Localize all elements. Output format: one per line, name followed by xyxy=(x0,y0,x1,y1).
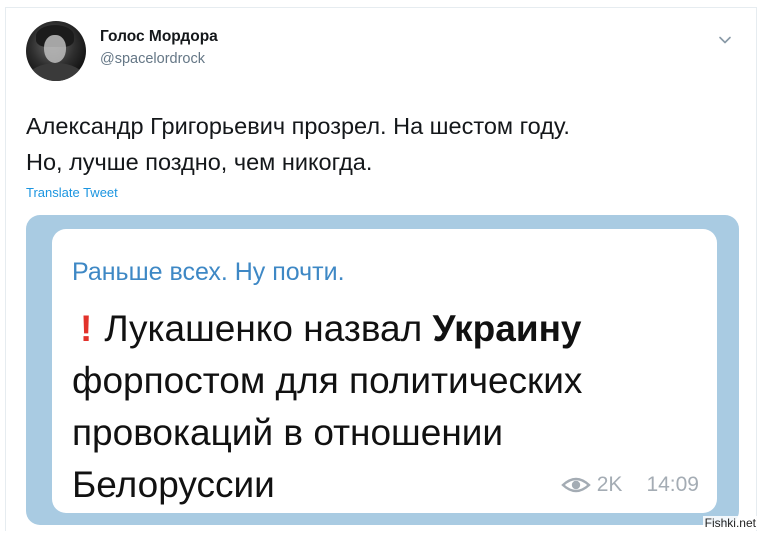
view-count: 2K xyxy=(596,473,623,496)
channel-name: Раньше всех. Ну почти. xyxy=(72,258,345,286)
message-line: форпостом для политических xyxy=(72,360,583,401)
exclamation-icon: ! xyxy=(80,308,93,349)
author-handle[interactable]: @spacelordrock xyxy=(100,51,205,67)
message-line1-prefix: Лукашенко назвал xyxy=(104,308,433,349)
avatar-face xyxy=(44,35,66,63)
tweet-text-line: Но, лучше поздно, чем никогда. xyxy=(26,149,373,175)
message-line: провокаций в отношении xyxy=(72,412,504,453)
author-avatar[interactable] xyxy=(26,21,86,81)
tweet-text-line: Александр Григорьевич прозрел. На шестом… xyxy=(26,113,570,139)
message-time: 14:09 xyxy=(646,473,699,496)
eye-icon xyxy=(560,477,591,493)
tweet-card[interactable]: Голос Мордора @spacelordrock Александр Г… xyxy=(5,7,757,531)
chevron-down-icon[interactable] xyxy=(717,32,733,48)
tweet-media-image[interactable]: Раньше всех. Ну почти. ! Лукашенко назвал… xyxy=(26,215,739,525)
author-name[interactable]: Голос Мордора xyxy=(100,28,218,46)
avatar-shoulder xyxy=(28,63,84,81)
message-line: ! Лукашенко назвал Украину xyxy=(72,303,712,355)
message-bubble: Раньше всех. Ну почти. ! Лукашенко назвал… xyxy=(52,229,717,513)
watermark: Fishki.net xyxy=(702,516,758,530)
message-meta: 2K 14:09 xyxy=(560,473,699,497)
translate-tweet-link[interactable]: Translate Tweet xyxy=(26,185,118,200)
tweet-text: Александр Григорьевич прозрел. На шестом… xyxy=(26,108,726,180)
message-line1-bold: Украину xyxy=(432,308,582,349)
